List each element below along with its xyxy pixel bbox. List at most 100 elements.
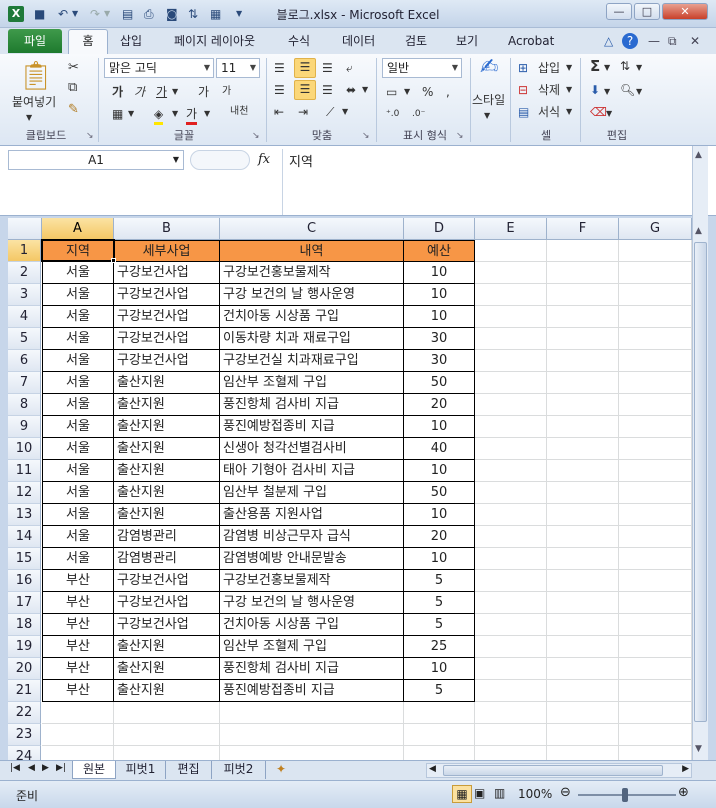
fill-handle[interactable]: [111, 258, 116, 263]
row-header-7[interactable]: 7: [8, 372, 41, 394]
row-header-21[interactable]: 21: [8, 680, 41, 702]
decrease-indent-icon[interactable]: ⇤: [274, 104, 284, 120]
table-cell[interactable]: 구강보건실 치과재료구입: [220, 350, 404, 372]
align-middle-icon[interactable]: ☰: [294, 58, 316, 78]
table-cell[interactable]: 출산용품 지원사업: [220, 504, 404, 526]
table-cell[interactable]: 10: [404, 284, 475, 306]
zoom-in-icon[interactable]: ⊕: [678, 785, 689, 800]
font-color-dropdown-icon[interactable]: ▼: [204, 106, 210, 122]
zoom-level[interactable]: 100%: [518, 787, 552, 801]
close-button[interactable]: ✕: [662, 3, 708, 20]
table-cell[interactable]: 부산: [42, 658, 114, 680]
minimize-button[interactable]: —: [606, 3, 632, 20]
table-cell[interactable]: 구강보건사업: [114, 262, 220, 284]
table-cell[interactable]: 40: [404, 438, 475, 460]
table-cell[interactable]: 부산: [42, 614, 114, 636]
table-cell[interactable]: 서울: [42, 504, 114, 526]
zoom-slider-thumb[interactable]: [622, 788, 628, 802]
paste-button[interactable]: 붙여넣기: [12, 94, 56, 110]
clipboard-launcher-icon[interactable]: ↘: [86, 128, 94, 144]
table-cell[interactable]: 부산: [42, 592, 114, 614]
table-cell[interactable]: 구강보건사업: [114, 592, 220, 614]
sheet-tab[interactable]: 원본: [72, 761, 116, 779]
orientation-dropdown-icon[interactable]: ▼: [342, 104, 348, 120]
phonetic-button[interactable]: 내천: [230, 104, 248, 120]
row-header-10[interactable]: 10: [8, 438, 41, 460]
font-name-select[interactable]: 맑은 고딕 ▼: [104, 58, 214, 78]
table-cell[interactable]: 서울: [42, 262, 114, 284]
row-header-8[interactable]: 8: [8, 394, 41, 416]
autosum-icon[interactable]: Σ: [590, 58, 600, 74]
table-cell[interactable]: 서울: [42, 328, 114, 350]
table-cell[interactable]: 부산: [42, 570, 114, 592]
table-cell[interactable]: 구강보건사업: [114, 284, 220, 306]
row-header-16[interactable]: 16: [8, 570, 41, 592]
row-header-20[interactable]: 20: [8, 658, 41, 680]
formula-bar-resize-handle[interactable]: [190, 150, 250, 170]
table-cell[interactable]: 임산부 조혈제 구입: [220, 636, 404, 658]
normal-view-icon[interactable]: ▦: [452, 785, 472, 803]
minimize-ribbon-icon[interactable]: △: [604, 34, 613, 48]
table-cell[interactable]: 50: [404, 482, 475, 504]
expand-formula-bar-icon[interactable]: ▲: [695, 150, 702, 160]
table-cell[interactable]: 건치아동 시상품 구입: [220, 614, 404, 636]
formula-input[interactable]: 지역: [282, 149, 692, 215]
tab-acrobat[interactable]: Acrobat: [508, 33, 554, 49]
zoom-out-icon[interactable]: ⊖: [560, 785, 571, 800]
table-cell[interactable]: 5: [404, 614, 475, 636]
tab-home[interactable]: 홈: [68, 29, 108, 55]
find-dropdown-icon[interactable]: ▼: [636, 84, 642, 100]
borders-dropdown-icon[interactable]: ▼: [128, 106, 134, 122]
column-header-e[interactable]: E: [475, 218, 547, 240]
sort-filter-icon[interactable]: ⇅: [620, 58, 630, 74]
align-bottom-icon[interactable]: ☰: [322, 60, 333, 76]
comma-style-icon[interactable]: ,: [446, 84, 450, 100]
paste-dropdown-icon[interactable]: ▼: [26, 110, 32, 126]
table-cell[interactable]: 감염병예방 안내문발송: [220, 548, 404, 570]
table-cell[interactable]: 서울: [42, 284, 114, 306]
table-cell[interactable]: 10: [404, 658, 475, 680]
table-cell[interactable]: 감염병관리: [114, 548, 220, 570]
number-launcher-icon[interactable]: ↘: [456, 128, 464, 144]
table-cell[interactable]: 서울: [42, 416, 114, 438]
table-header-cell[interactable]: 세부사업: [114, 240, 220, 262]
decrease-decimal-icon[interactable]: .0⁻: [412, 106, 425, 122]
tab-formulas[interactable]: 수식: [288, 33, 310, 49]
table-cell[interactable]: 풍진항체 검사비 지급: [220, 394, 404, 416]
next-sheet-icon[interactable]: ▶: [42, 763, 49, 773]
row-header-9[interactable]: 9: [8, 416, 41, 438]
table-cell[interactable]: 부산: [42, 636, 114, 658]
fill-dropdown-icon[interactable]: ▼: [604, 84, 610, 100]
vertical-scrollbar[interactable]: ▲ ▲ ▼: [692, 146, 708, 760]
align-right-icon[interactable]: ☰: [322, 82, 333, 98]
help-icon[interactable]: ?: [622, 33, 638, 49]
format-cells-button[interactable]: 서식: [538, 104, 560, 120]
row-header-3[interactable]: 3: [8, 284, 41, 306]
table-cell[interactable]: 10: [404, 548, 475, 570]
italic-button[interactable]: 가: [134, 84, 145, 100]
tab-page-layout[interactable]: 페이지 레이아웃: [174, 33, 255, 49]
column-header-d[interactable]: D: [404, 218, 475, 240]
maximize-button[interactable]: □: [634, 3, 660, 20]
styles-dropdown-icon[interactable]: ▼: [484, 108, 490, 124]
row-header-17[interactable]: 17: [8, 592, 41, 614]
row-header-4[interactable]: 4: [8, 306, 41, 328]
table-cell[interactable]: 신생아 청각선별검사비: [220, 438, 404, 460]
tab-file[interactable]: 파일: [8, 29, 62, 53]
table-cell[interactable]: 50: [404, 372, 475, 394]
delete-cells-button[interactable]: 삭제: [538, 82, 560, 98]
autosum-dropdown-icon[interactable]: ▼: [604, 60, 610, 76]
row-header-2[interactable]: 2: [8, 262, 41, 284]
table-cell[interactable]: 감염병관리: [114, 526, 220, 548]
table-cell[interactable]: 10: [404, 416, 475, 438]
wrap-text-icon[interactable]: ⤶: [346, 60, 353, 76]
table-cell[interactable]: 30: [404, 350, 475, 372]
delete-dropdown-icon[interactable]: ▼: [566, 82, 572, 98]
page-layout-view-icon[interactable]: ▣: [474, 786, 485, 800]
table-cell[interactable]: 서울: [42, 306, 114, 328]
table-cell[interactable]: 20: [404, 526, 475, 548]
fill-icon[interactable]: ⬇: [590, 82, 600, 98]
table-cell[interactable]: 10: [404, 460, 475, 482]
align-top-icon[interactable]: ☰: [274, 60, 285, 76]
table-cell[interactable]: 풍진예방접종비 지급: [220, 680, 404, 702]
